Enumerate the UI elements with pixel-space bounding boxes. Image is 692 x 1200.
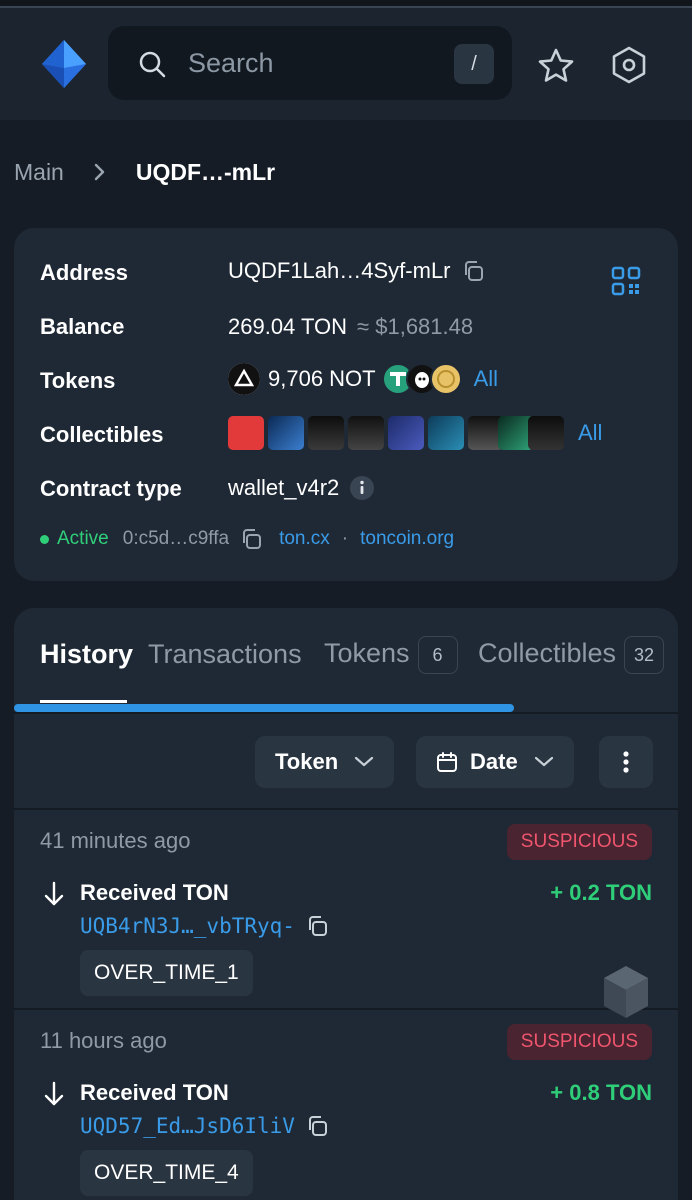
status-active: Active (57, 528, 109, 549)
copy-icon[interactable] (461, 259, 485, 283)
tokens-value-row: 9,706 NOT All (228, 363, 498, 395)
calendar-icon (437, 752, 457, 772)
transaction-item[interactable]: 41 minutes ago SUSPICIOUS Received TON +… (14, 810, 678, 1010)
collectibles-all-link[interactable]: All (578, 420, 602, 446)
suspicious-badge: SUSPICIOUS (506, 1024, 652, 1060)
chevron-down-icon (534, 756, 553, 767)
divider (14, 712, 678, 714)
collectibles-label: Collectibles (40, 422, 164, 447)
cube-icon (604, 966, 648, 1018)
tab-tokens[interactable]: Tokens 6 (324, 636, 458, 674)
collectible-thumbnail[interactable] (428, 416, 464, 450)
collectibles-value-row: All (228, 416, 602, 450)
balance-ton: 269.04 TON (228, 314, 348, 339)
active-status-dot (40, 534, 49, 544)
search-box[interactable]: Search / (108, 26, 512, 100)
history-card: History Transactions Tokens 6 Collectible… (14, 608, 678, 1200)
tx-comment: OVER_TIME_4 (80, 1150, 253, 1196)
ton-diamond-logo-icon[interactable] (42, 40, 86, 88)
contract-type-value: wallet_v4r2 (228, 475, 340, 500)
raw-address[interactable]: 0:c5d…c9ffa (123, 528, 229, 550)
suspicious-badge: SUSPICIOUS (506, 824, 652, 860)
header: Search / (0, 8, 692, 120)
tx-address[interactable]: UQB4rN3J…_vbTRyq- (80, 914, 295, 938)
collectible-thumbnail[interactable] (528, 416, 564, 450)
tokens-label: Tokens (40, 368, 116, 393)
transaction-item[interactable]: 11 hours ago SUSPICIOUS Received TON + 0… (14, 1010, 678, 1200)
tx-title: Received TON (80, 880, 229, 905)
token-not-amount[interactable]: 9,706 NOT (268, 366, 376, 392)
breadcrumb-main-link[interactable]: Main (14, 159, 64, 186)
search-input[interactable]: Search (188, 46, 274, 80)
tx-time: 41 minutes ago (40, 828, 191, 853)
tx-title: Received TON (80, 1080, 229, 1105)
address-label: Address (40, 260, 129, 285)
tab-tokens-count: 6 (417, 636, 458, 674)
tab-tokens-label: Tokens (324, 638, 410, 669)
toncoin-org-link[interactable]: toncoin.org (360, 528, 454, 550)
tab-history[interactable]: History (40, 638, 133, 670)
chevron-down-icon (355, 756, 374, 767)
copy-icon[interactable] (305, 914, 329, 938)
date-filter-label: Date (470, 749, 518, 774)
date-filter-dropdown[interactable]: Date (416, 736, 574, 788)
copy-raw-icon[interactable] (239, 527, 263, 551)
arrow-down-icon (44, 1081, 64, 1106)
account-info-card: Address UQDF1Lah…4Syf-mLr Balance 269.04… (14, 228, 678, 581)
token-filter-dropdown[interactable]: Token (255, 736, 395, 788)
collectible-thumbnail[interactable] (268, 416, 304, 450)
balance-usd: ≈ $1,681.48 (357, 314, 474, 339)
favorite-star-icon[interactable] (536, 46, 576, 86)
contract-type-label: Contract type (40, 476, 182, 501)
tx-address-row: UQD57_Ed…JsD6IliV (80, 1114, 329, 1138)
tab-collectibles[interactable]: Collectibles 32 (478, 636, 665, 674)
vertical-dots-icon (623, 751, 629, 773)
status-row: Active 0:c5d…c9ffa ton.cx · toncoin.org (40, 524, 454, 554)
more-options-button[interactable] (599, 736, 653, 788)
collectible-thumbnail[interactable] (228, 416, 264, 450)
notcoin-token-icon[interactable] (228, 363, 260, 395)
contract-type-row: wallet_v4r2 (228, 475, 375, 501)
loading-progress-bar (14, 704, 514, 712)
balance-label: Balance (40, 314, 125, 339)
info-icon[interactable] (349, 475, 375, 501)
collectible-thumbnail[interactable] (388, 416, 424, 450)
browser-top-bar (0, 0, 692, 8)
search-shortcut-key: / (454, 44, 494, 84)
toncx-link[interactable]: ton.cx (279, 528, 330, 550)
copy-icon[interactable] (305, 1114, 329, 1138)
active-tab-underline (40, 700, 127, 703)
tx-address-row: UQB4rN3J…_vbTRyq- (80, 914, 329, 938)
arrow-down-icon (44, 881, 64, 906)
address-value[interactable]: UQDF1Lah…4Syf-mLr (228, 258, 451, 284)
collectible-thumbnail[interactable] (308, 416, 344, 450)
tx-comment: OVER_TIME_1 (80, 950, 253, 996)
breadcrumb-current: UQDF…-mLr (135, 158, 276, 185)
chevron-right-icon (94, 163, 105, 181)
breadcrumb: Main UQDF…-mLr (14, 156, 275, 188)
settings-gear-icon[interactable] (608, 44, 650, 86)
search-icon (139, 51, 166, 78)
tx-time: 11 hours ago (40, 1028, 167, 1053)
collectible-thumbnail[interactable] (348, 416, 384, 450)
token-filter-label: Token (275, 749, 339, 774)
tx-address[interactable]: UQD57_Ed…JsD6IliV (80, 1114, 295, 1138)
tab-transactions[interactable]: Transactions (148, 638, 302, 670)
address-value-row: UQDF1Lah…4Syf-mLr (228, 258, 485, 284)
tab-collectibles-count: 32 (624, 636, 665, 674)
balance-value-row: 269.04 TON ≈ $1,681.48 (228, 314, 473, 340)
tx-amount: + 0.8 TON (550, 1080, 652, 1105)
tx-amount: + 0.2 TON (550, 880, 652, 905)
gold-coin-token-icon[interactable] (429, 363, 462, 395)
tabs-bar: History Transactions Tokens 6 Collectible… (14, 608, 678, 708)
tokens-all-link[interactable]: All (474, 366, 498, 392)
qr-code-icon[interactable] (611, 266, 641, 296)
link-separator: · (341, 528, 349, 549)
tab-collectibles-label: Collectibles (478, 638, 617, 669)
